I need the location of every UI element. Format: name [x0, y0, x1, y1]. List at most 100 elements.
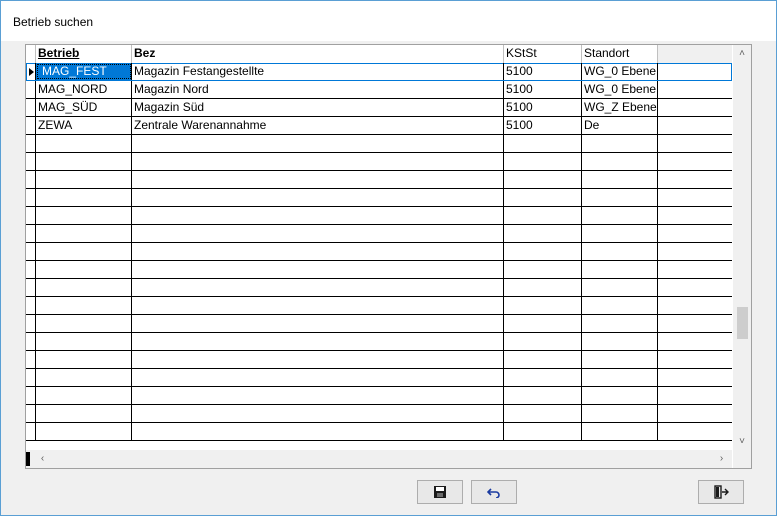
- cell-bez[interactable]: [132, 279, 504, 296]
- cell-kstst[interactable]: [504, 261, 582, 278]
- cell-standort[interactable]: WG_0 Ebene: [582, 81, 658, 98]
- cell-kstst[interactable]: [504, 333, 582, 350]
- cell-standort[interactable]: De: [582, 117, 658, 134]
- undo-button[interactable]: [471, 480, 517, 504]
- cell-betrieb[interactable]: [36, 423, 132, 440]
- cell-betrieb[interactable]: [36, 333, 132, 350]
- cell-standort[interactable]: [582, 315, 658, 332]
- cell-bez[interactable]: Magazin Süd: [132, 99, 504, 116]
- cell-betrieb[interactable]: [36, 387, 132, 404]
- cell-kstst[interactable]: 5100: [504, 63, 582, 80]
- row-indicator[interactable]: [26, 189, 36, 206]
- cell-standort[interactable]: WG_0 Ebene: [582, 63, 658, 80]
- cell-bez[interactable]: [132, 315, 504, 332]
- cell-betrieb[interactable]: [36, 279, 132, 296]
- cell-kstst[interactable]: [504, 315, 582, 332]
- row-indicator[interactable]: [26, 135, 36, 152]
- cell-bez[interactable]: [132, 243, 504, 260]
- cell-bez[interactable]: [132, 351, 504, 368]
- cell-betrieb[interactable]: [36, 369, 132, 386]
- scroll-left-icon[interactable]: ‹: [34, 450, 51, 468]
- cell-kstst[interactable]: [504, 207, 582, 224]
- cell-kstst[interactable]: 5100: [504, 81, 582, 98]
- cell-betrieb[interactable]: [36, 189, 132, 206]
- cell-standort[interactable]: [582, 135, 658, 152]
- row-indicator[interactable]: [26, 63, 36, 80]
- table-row[interactable]: MAG_NORD Magazin Nord 5100 WG_0 Ebene: [26, 81, 732, 99]
- row-indicator[interactable]: [26, 171, 36, 188]
- table-row[interactable]: [26, 351, 732, 369]
- table-row[interactable]: MAG_SÜD Magazin Süd 5100 WG_Z Ebene: [26, 99, 732, 117]
- cell-kstst[interactable]: [504, 135, 582, 152]
- cell-betrieb[interactable]: MAG_FEST: [36, 63, 132, 80]
- cell-bez[interactable]: [132, 261, 504, 278]
- cell-standort[interactable]: [582, 207, 658, 224]
- cell-standort[interactable]: [582, 423, 658, 440]
- cell-standort[interactable]: [582, 261, 658, 278]
- cell-betrieb[interactable]: [36, 135, 132, 152]
- cell-kstst[interactable]: [504, 189, 582, 206]
- cell-kstst[interactable]: [504, 387, 582, 404]
- column-header-kstst[interactable]: KStSt: [504, 45, 582, 63]
- table-row[interactable]: [26, 315, 732, 333]
- cell-betrieb[interactable]: [36, 171, 132, 188]
- column-header-standort[interactable]: Standort: [582, 45, 658, 63]
- cell-standort[interactable]: [582, 405, 658, 422]
- row-indicator[interactable]: [26, 153, 36, 170]
- table-row[interactable]: [26, 207, 732, 225]
- table-row[interactable]: [26, 171, 732, 189]
- row-indicator[interactable]: [26, 369, 36, 386]
- exit-button[interactable]: [698, 480, 744, 504]
- cell-bez[interactable]: [132, 207, 504, 224]
- row-indicator[interactable]: [26, 81, 36, 98]
- cell-kstst[interactable]: [504, 351, 582, 368]
- table-row[interactable]: [26, 261, 732, 279]
- cell-standort[interactable]: [582, 153, 658, 170]
- vertical-scroll-thumb[interactable]: [737, 307, 748, 339]
- cell-bez[interactable]: [132, 369, 504, 386]
- table-row[interactable]: [26, 387, 732, 405]
- column-header-bez[interactable]: Bez: [132, 45, 504, 63]
- row-indicator[interactable]: [26, 423, 36, 440]
- vertical-scrollbar[interactable]: ˄ ˅: [733, 45, 751, 450]
- cell-bez[interactable]: [132, 225, 504, 242]
- row-indicator[interactable]: [26, 405, 36, 422]
- cell-standort[interactable]: [582, 387, 658, 404]
- column-header-betrieb[interactable]: Betrieb: [36, 45, 132, 63]
- cell-betrieb[interactable]: MAG_SÜD: [36, 99, 132, 116]
- cell-kstst[interactable]: 5100: [504, 99, 582, 116]
- cell-standort[interactable]: [582, 351, 658, 368]
- cell-standort[interactable]: [582, 225, 658, 242]
- cell-betrieb[interactable]: [36, 297, 132, 314]
- scroll-down-icon[interactable]: ˅: [733, 433, 751, 450]
- horizontal-scroll-thumb[interactable]: [26, 452, 30, 466]
- table-row[interactable]: [26, 135, 732, 153]
- row-indicator[interactable]: [26, 99, 36, 116]
- cell-betrieb[interactable]: [36, 207, 132, 224]
- row-indicator[interactable]: [26, 225, 36, 242]
- cell-betrieb[interactable]: [36, 153, 132, 170]
- table-row[interactable]: [26, 225, 732, 243]
- cell-bez[interactable]: [132, 333, 504, 350]
- row-indicator[interactable]: [26, 315, 36, 332]
- cell-kstst[interactable]: [504, 171, 582, 188]
- cell-standort[interactable]: [582, 297, 658, 314]
- cell-bez[interactable]: [132, 387, 504, 404]
- cell-bez[interactable]: [132, 423, 504, 440]
- row-indicator[interactable]: [26, 279, 36, 296]
- table-row[interactable]: [26, 369, 732, 387]
- cell-betrieb[interactable]: ZEWA: [36, 117, 132, 134]
- cell-kstst[interactable]: [504, 225, 582, 242]
- cell-kstst[interactable]: [504, 405, 582, 422]
- table-row[interactable]: MAG_FEST Magazin Festangestellte 5100 WG_0 …: [26, 63, 732, 81]
- table-row[interactable]: [26, 189, 732, 207]
- cell-kstst[interactable]: 5100: [504, 117, 582, 134]
- row-indicator[interactable]: [26, 117, 36, 134]
- cell-bez[interactable]: Magazin Festangestellte: [132, 63, 504, 80]
- scroll-up-icon[interactable]: ˄: [733, 45, 751, 62]
- cell-standort[interactable]: [582, 171, 658, 188]
- cell-betrieb[interactable]: [36, 351, 132, 368]
- table-row[interactable]: [26, 279, 732, 297]
- cell-standort[interactable]: [582, 243, 658, 260]
- scroll-right-icon[interactable]: ›: [713, 450, 730, 468]
